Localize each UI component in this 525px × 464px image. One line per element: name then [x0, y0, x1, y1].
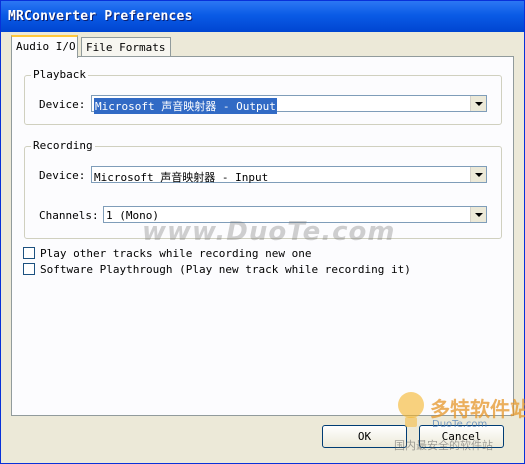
watermark-logo-cn: 国内最安全的软件站 — [394, 439, 493, 452]
playback-group-label: Playback — [31, 68, 88, 81]
software-playthrough-label[interactable]: Software Playthrough (Play new track whi… — [40, 263, 411, 276]
preferences-window: MRConverter Preferences Audio I/O File F… — [0, 0, 525, 464]
playback-device-dropdown-button[interactable] — [470, 96, 486, 111]
lightbulb-icon — [398, 392, 424, 427]
ok-button-label: OK — [357, 430, 372, 443]
recording-device-dropdown-button[interactable] — [470, 167, 486, 182]
playback-device-select[interactable]: Microsoft 声音映射器 - Output — [91, 95, 487, 114]
watermark-text: www.DuoTe.com — [142, 217, 396, 247]
tab-file-formats-label: File Formats — [86, 41, 166, 54]
playback-device-label: Device: — [39, 98, 86, 111]
title-bar[interactable]: MRConverter Preferences — [1, 1, 524, 32]
chevron-down-icon — [474, 212, 483, 217]
recording-group-label: Recording — [31, 139, 95, 152]
software-playthrough-checkbox[interactable] — [23, 263, 35, 275]
tab-audio-io-label: Audio I/O — [16, 40, 76, 53]
watermark-logo: 多特软件站 DuoTe.com 国内最安全的软件站 — [394, 385, 525, 457]
recording-device-select[interactable]: Microsoft 声音映射器 - Input — [91, 166, 487, 184]
chevron-down-icon — [474, 101, 483, 106]
window-title: MRConverter Preferences — [8, 9, 193, 24]
chevron-down-icon — [474, 172, 483, 177]
watermark-logo-main: 多特软件站 — [430, 397, 525, 421]
tab-file-formats[interactable]: File Formats — [81, 37, 171, 57]
recording-device-value: Microsoft 声音映射器 - Input — [94, 171, 269, 184]
recording-channels-label: Channels: — [39, 209, 99, 222]
playback-device-value: Microsoft 声音映射器 - Output — [94, 98, 277, 114]
watermark-logo-sub: DuoTe.com — [432, 419, 488, 430]
play-other-tracks-label[interactable]: Play other tracks while recording new on… — [40, 247, 312, 260]
play-other-tracks-checkbox[interactable] — [23, 247, 35, 259]
playback-group: Playback Device: Microsoft 声音映射器 - Outpu… — [24, 68, 502, 125]
recording-device-label: Device: — [39, 169, 86, 182]
recording-channels-dropdown-button[interactable] — [470, 207, 486, 222]
tab-audio-io[interactable]: Audio I/O — [11, 35, 78, 58]
